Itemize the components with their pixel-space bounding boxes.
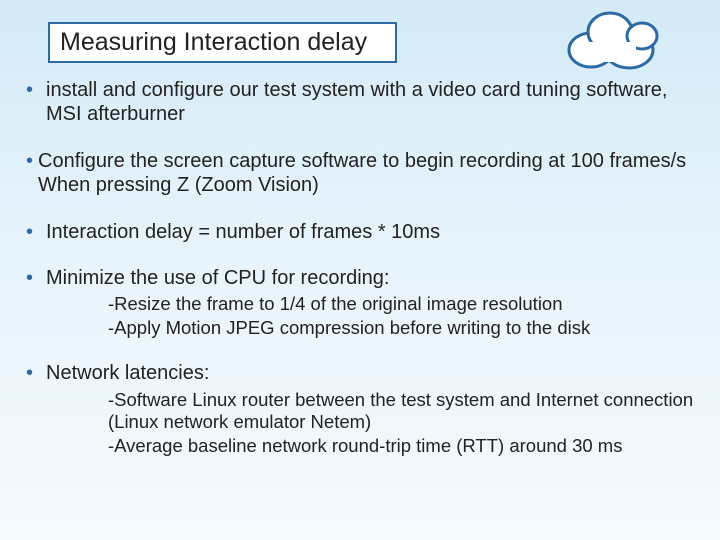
cloud-icon xyxy=(556,2,666,82)
sub-list: -Software Linux router between the test … xyxy=(108,389,700,458)
bullet-text: install and configure our test system wi… xyxy=(46,79,667,125)
list-item: Minimize the use of CPU for recording: -… xyxy=(20,266,700,340)
sub-list: -Resize the frame to 1/4 of the original… xyxy=(108,293,700,339)
sub-item: -Apply Motion JPEG compression before wr… xyxy=(108,317,700,340)
list-item: Network latencies: -Software Linux route… xyxy=(20,361,700,457)
bullet-list: install and configure our test system wi… xyxy=(20,78,700,458)
bullet-text: Minimize the use of CPU for recording: xyxy=(46,267,389,289)
slide-content: install and configure our test system wi… xyxy=(20,78,700,480)
list-item: Interaction delay = number of frames * 1… xyxy=(20,220,700,244)
bullet-text: Interaction delay = number of frames * 1… xyxy=(46,221,440,243)
sub-item: -Average baseline network round-trip tim… xyxy=(108,435,700,458)
list-item: Configure the screen capture software to… xyxy=(20,149,700,198)
slide-title-box: Measuring Interaction delay xyxy=(48,22,397,63)
sub-item: -Software Linux router between the test … xyxy=(108,389,700,434)
list-item: install and configure our test system wi… xyxy=(20,78,700,127)
slide-title: Measuring Interaction delay xyxy=(60,28,367,56)
bullet-text: Configure the screen capture software to… xyxy=(38,150,686,196)
sub-item: -Resize the frame to 1/4 of the original… xyxy=(108,293,700,316)
bullet-text: Network latencies: xyxy=(46,362,209,384)
